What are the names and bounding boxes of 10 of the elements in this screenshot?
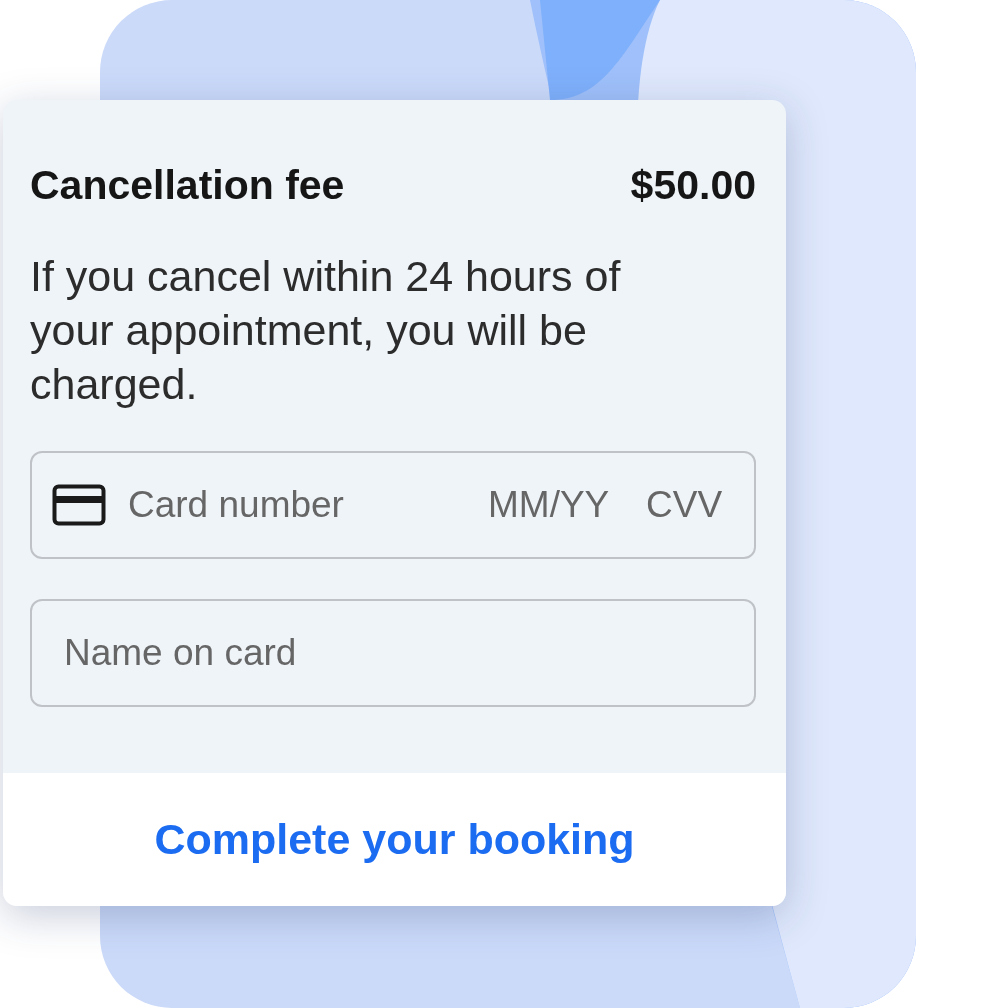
complete-booking-button[interactable]: Complete your booking <box>3 773 786 906</box>
card-details-field[interactable]: Card number MM/YY CVV <box>30 451 756 559</box>
credit-card-icon <box>52 484 106 526</box>
card-number-input[interactable]: Card number <box>128 484 466 526</box>
cvv-input[interactable]: CVV <box>646 484 724 526</box>
fee-description: If you cancel within 24 hours of your appointment, you will be charged. <box>30 251 622 410</box>
fee-label: Cancellation fee <box>30 162 345 209</box>
fee-amount: $50.00 <box>630 162 756 209</box>
name-field[interactable]: Name on card <box>30 599 756 707</box>
expiry-input[interactable]: MM/YY <box>488 484 624 526</box>
